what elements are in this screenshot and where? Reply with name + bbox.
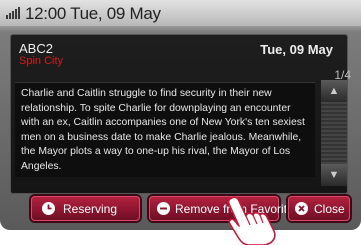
program-date: Tue, 09 May <box>260 42 333 57</box>
minus-icon <box>157 202 170 215</box>
program-info-panel: ABC2 Spin City Tue, 09 May 1/4 Charlie a… <box>10 34 351 194</box>
reserving-button[interactable]: Reserving <box>31 196 140 221</box>
channel-name: ABC2 <box>19 41 53 56</box>
status-bar: 12:00 Tue, 09 May <box>0 0 361 26</box>
chevron-down-icon: ▼ <box>328 169 340 181</box>
scroll-track[interactable] <box>321 102 347 164</box>
pointing-hand-icon <box>227 196 276 245</box>
screen: 12:00 Tue, 09 May ABC2 Spin City Tue, 09… <box>0 0 361 230</box>
scrollbar[interactable]: ▲ ▼ <box>321 80 347 186</box>
scroll-up-button[interactable]: ▲ <box>321 80 347 102</box>
status-time-date: 12:00 Tue, 09 May <box>25 4 161 23</box>
program-title: Spin City <box>19 55 64 67</box>
chevron-up-icon: ▲ <box>328 85 340 97</box>
program-description: Charlie and Caitlin struggle to find sec… <box>21 88 305 172</box>
clock-icon <box>42 202 55 215</box>
close-label: Close <box>314 201 345 216</box>
reserving-label: Reserving <box>63 201 118 216</box>
scroll-down-button[interactable]: ▼ <box>321 164 347 186</box>
close-icon <box>295 202 308 215</box>
close-button[interactable]: Close <box>288 196 350 221</box>
description-box: Charlie and Caitlin struggle to find sec… <box>15 82 315 177</box>
signal-icon <box>6 7 20 19</box>
